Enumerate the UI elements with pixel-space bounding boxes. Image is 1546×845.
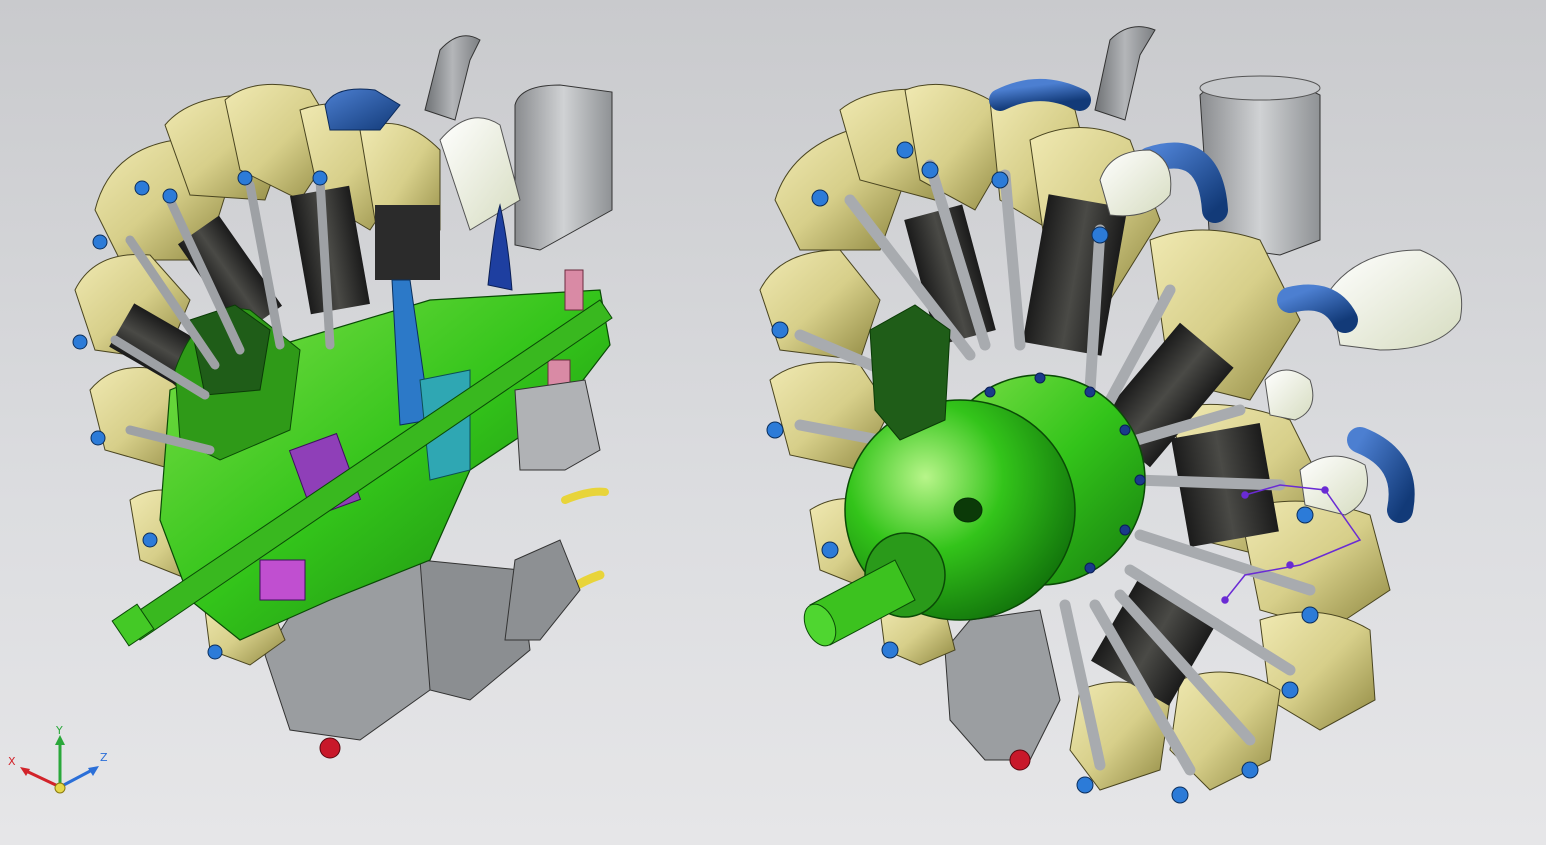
air-filter-cap (1199, 75, 1321, 101)
cutaway-gear (259, 559, 306, 601)
oil-sump-right (944, 609, 1061, 761)
3d-viewport[interactable]: X Y Z (0, 0, 1546, 845)
rear-housing (439, 117, 521, 231)
triad-origin (54, 782, 66, 794)
rocker-cover-mid (1264, 369, 1314, 421)
air-filter-can (1199, 78, 1321, 256)
axis-triad[interactable]: X Y Z (0, 725, 120, 800)
exhaust-stack (424, 35, 481, 121)
rocker-cover-lower (1299, 455, 1368, 516)
carburetor-housing (514, 84, 613, 251)
exhaust-stack-right (1094, 26, 1156, 121)
lower-drive-housing (504, 539, 581, 641)
starter-red-right (1009, 749, 1031, 771)
x-axis-label: X (8, 755, 16, 768)
z-axis-line (59, 767, 95, 789)
model-scene[interactable] (0, 0, 1546, 845)
engine-cutaway-model[interactable] (72, 35, 613, 759)
z-axis-label: Z (100, 751, 108, 764)
oil-line-upper (561, 487, 609, 504)
starter-red (319, 737, 341, 759)
rear-right-bracket (514, 379, 601, 471)
nose-case-port (953, 497, 983, 523)
intake-cover (1329, 249, 1463, 351)
engine-assembled-model[interactable] (759, 26, 1463, 804)
x-axis-line (23, 768, 61, 789)
cutaway-piston (375, 205, 440, 280)
y-axis-label: Y (55, 725, 63, 737)
x-axis-arrow (20, 767, 30, 776)
cutaway-spinner-blade (487, 203, 513, 291)
cutaway-pink-pin (564, 269, 584, 311)
